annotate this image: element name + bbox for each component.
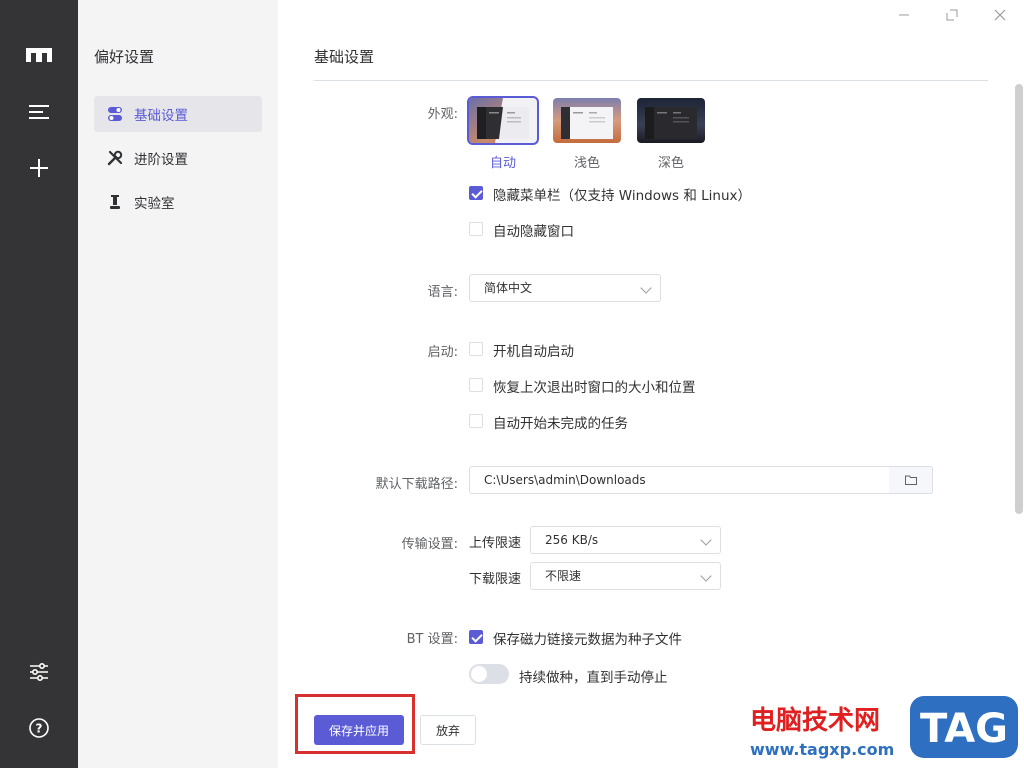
save-magnet-checkbox[interactable] (469, 630, 483, 644)
download-limit-label: 下载限速 (469, 572, 522, 587)
sidebar-title: 偏好设置 (94, 48, 155, 66)
logo-icon[interactable] (24, 40, 54, 70)
watermark-tag-text: TAG (920, 706, 1008, 752)
appearance-label: 外观: (427, 107, 458, 122)
save-magnet-label: 保存磁力链接元数据为种子文件 (493, 632, 682, 648)
theme-dark-label[interactable]: 深色 (637, 152, 705, 171)
title-divider (314, 80, 988, 81)
upload-limit-select[interactable]: 256 KB/s (530, 526, 721, 554)
theme-auto-label[interactable]: 自动 (469, 152, 537, 171)
help-icon[interactable]: ? (24, 713, 54, 743)
theme-light-thumbnail[interactable] (553, 98, 621, 143)
theme-auto-thumbnail[interactable] (467, 96, 539, 145)
sidebar-item-basic[interactable]: 基础设置 (94, 96, 262, 132)
auto-hide-label: 自动隐藏窗口 (493, 224, 574, 240)
sidebar-item-label: 进阶设置 (134, 152, 188, 168)
watermark-url: www.tagxp.com (750, 740, 895, 759)
theme-light-label[interactable]: 浅色 (553, 152, 621, 171)
download-limit-value: 不限速 (545, 569, 582, 583)
settings-panel: 基础设置 外观: 自动 浅色 深色 隐藏菜单栏（仅支持 Windows 和 Li… (278, 0, 1024, 768)
upload-limit-value: 256 KB/s (545, 533, 599, 547)
save-apply-button[interactable]: 保存并应用 (314, 715, 404, 745)
startup-label: 启动: (427, 345, 458, 360)
auto-hide-checkbox[interactable] (469, 222, 483, 236)
folder-browse-button[interactable] (889, 466, 933, 494)
chevron-down-icon (700, 534, 712, 546)
language-label: 语言: (427, 285, 458, 300)
svg-text:?: ? (36, 722, 43, 736)
preferences-sidebar: 偏好设置 基础设置 进阶设置 实验室 (78, 0, 278, 768)
hide-menu-checkbox[interactable] (469, 186, 483, 200)
upload-limit-label: 上传限速 (469, 536, 522, 551)
add-icon[interactable] (24, 153, 54, 183)
sidebar-item-lab[interactable]: 实验室 (94, 184, 262, 220)
autostart-checkbox[interactable] (469, 342, 483, 356)
language-select[interactable]: 简体中文 (469, 274, 661, 302)
keep-seeding-toggle[interactable] (469, 664, 509, 684)
restore-window-label: 恢复上次退出时窗口的大小和位置 (493, 380, 696, 396)
minimize-icon[interactable] (890, 4, 918, 26)
tools-icon (106, 149, 124, 167)
sidebar-item-label: 基础设置 (134, 108, 188, 124)
download-limit-select[interactable]: 不限速 (530, 562, 721, 590)
autostart-label: 开机自动启动 (493, 344, 574, 360)
restore-window-checkbox[interactable] (469, 378, 483, 392)
app-rail: ? (0, 0, 78, 768)
lab-icon (106, 193, 124, 211)
maximize-icon[interactable] (938, 4, 966, 26)
chevron-down-icon (640, 282, 652, 294)
close-icon[interactable] (986, 4, 1014, 26)
download-path-input[interactable]: C:\Users\admin\Downloads (469, 466, 890, 494)
chevron-down-icon (700, 570, 712, 582)
menu-icon[interactable] (24, 97, 54, 127)
hide-menu-label: 隐藏菜单栏（仅支持 Windows 和 Linux） (493, 188, 752, 204)
page-title: 基础设置 (314, 48, 375, 66)
resume-tasks-label: 自动开始未完成的任务 (493, 416, 628, 432)
discard-button[interactable]: 放弃 (420, 715, 476, 745)
toggle-icon (106, 105, 124, 123)
sidebar-item-label: 实验室 (134, 196, 175, 212)
sidebar-item-advanced[interactable]: 进阶设置 (94, 140, 262, 176)
scrollbar[interactable] (1015, 84, 1023, 514)
language-value: 简体中文 (484, 281, 533, 295)
watermark-tag-logo: TAG (908, 690, 1020, 762)
download-path-label: 默认下载路径: (375, 477, 458, 492)
bt-label: BT 设置: (406, 632, 458, 647)
keep-seeding-label: 持续做种，直到手动停止 (519, 670, 668, 686)
sliders-icon[interactable] (24, 657, 54, 687)
folder-icon (904, 475, 917, 485)
resume-tasks-checkbox[interactable] (469, 414, 483, 428)
watermark-text: 电脑技术网 (750, 706, 881, 736)
transfer-label: 传输设置: (401, 537, 458, 552)
theme-dark-thumbnail[interactable] (637, 98, 705, 143)
